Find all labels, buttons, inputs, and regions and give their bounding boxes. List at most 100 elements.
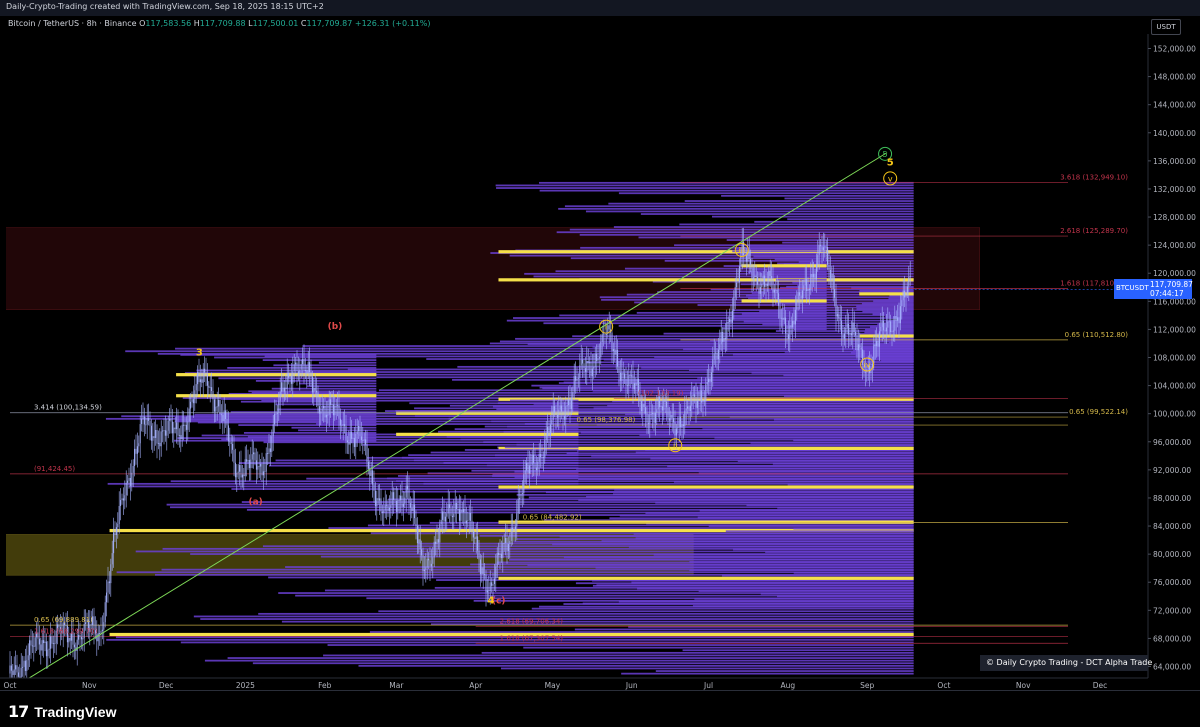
candle-body — [799, 292, 801, 296]
candle-body — [363, 439, 365, 441]
candle-body — [843, 333, 845, 339]
candle-body — [177, 422, 179, 436]
candle-body — [643, 404, 645, 408]
price-tick-label: 76,000.00 — [1153, 578, 1191, 587]
candle-body — [724, 337, 726, 340]
volume-bar — [483, 441, 579, 444]
candle-body — [20, 667, 22, 678]
candle-body — [188, 408, 190, 422]
candle-body — [675, 428, 677, 436]
price-tick-label: 144,000.00 — [1153, 101, 1196, 110]
candle-body — [337, 404, 339, 406]
candle-body — [437, 539, 439, 543]
price-chart[interactable]: 3.618 (132,949.10) 2.618 (125,289.70) 1.61… — [0, 0, 1200, 727]
currency-selector[interactable]: USDT — [1151, 19, 1181, 35]
candle-body — [110, 564, 112, 584]
wave-label: 4 — [488, 595, 495, 606]
candle-body — [839, 318, 841, 321]
candle-body — [248, 459, 250, 469]
volume-bar — [637, 587, 914, 590]
price-tick-label: 100,000.00 — [1153, 410, 1196, 419]
volume-bar — [522, 467, 579, 470]
candle-body — [250, 459, 252, 469]
volume-bar — [497, 402, 579, 405]
candle-body — [479, 559, 481, 575]
price-tick-label: 128,000.00 — [1153, 213, 1196, 222]
candle-body — [453, 513, 455, 518]
candle-body — [202, 368, 204, 383]
candle-body — [713, 353, 715, 360]
candle-body — [48, 648, 50, 650]
time-tick-label: Aug — [781, 681, 796, 690]
candle-body — [178, 434, 180, 436]
volume-bar — [527, 564, 914, 566]
candle-body — [489, 582, 491, 592]
candle-body — [810, 273, 812, 291]
plot-area: 3.618 (132,949.10) 2.618 (125,289.70) 1.61… — [6, 146, 1128, 678]
candle-body — [734, 287, 736, 297]
candle-body — [244, 459, 246, 477]
volume-bar — [708, 525, 914, 527]
candle-body — [310, 372, 312, 377]
candle-body — [573, 376, 575, 393]
candle-body — [302, 359, 304, 365]
volume-bar — [318, 361, 377, 364]
candle-body — [318, 406, 320, 414]
chart-window: Daily-Crypto-Trading created with Tradin… — [0, 0, 1200, 727]
candle-body — [468, 512, 470, 521]
symbol-name[interactable]: Bitcoin / TetherUS · 8h · Binance — [8, 19, 137, 28]
candle-body — [341, 425, 343, 427]
candle-body — [730, 318, 732, 323]
candle-body — [506, 537, 508, 551]
candle-body — [757, 276, 759, 285]
candle-body — [156, 429, 158, 444]
candle-body — [208, 385, 210, 388]
candle-body — [339, 418, 341, 426]
candle-body — [227, 425, 229, 442]
candle-body — [698, 399, 700, 401]
candle-body — [762, 275, 764, 284]
volume-bar — [618, 600, 914, 603]
volume-bar — [414, 407, 579, 410]
volume-bar — [577, 449, 914, 452]
volume-bar — [655, 501, 914, 504]
candle-body — [346, 440, 348, 443]
footer-bar — [0, 690, 1200, 727]
candle-body — [811, 273, 813, 278]
candle-body — [150, 425, 152, 441]
candle-body — [586, 361, 588, 372]
candle-body — [486, 590, 488, 593]
candle-body — [538, 454, 540, 462]
tradingview-brand[interactable]: 17 TradingView — [8, 702, 116, 721]
candle-body — [342, 424, 344, 426]
volume-bar — [508, 558, 914, 561]
volume-bar — [491, 420, 579, 423]
candle-body — [29, 640, 31, 656]
candle-body — [499, 553, 501, 555]
volume-poc-bar — [396, 411, 579, 415]
candle-body — [836, 314, 838, 317]
candle-body — [625, 378, 627, 386]
candle-body — [852, 322, 854, 336]
candle-body — [764, 275, 766, 287]
candle-body — [523, 474, 525, 494]
candle-body — [495, 566, 497, 579]
candle-body — [40, 644, 42, 651]
volume-bar — [197, 421, 377, 424]
volume-bar — [513, 540, 914, 543]
volume-bar — [592, 584, 914, 587]
candle-body — [496, 552, 498, 567]
candle-body — [97, 633, 99, 642]
candle-body — [818, 244, 820, 255]
candle-body — [23, 660, 25, 667]
volume-bar — [721, 574, 914, 577]
volume-bar — [733, 548, 914, 551]
candle-body — [626, 385, 628, 387]
price-tick-label: 120,000.00 — [1153, 269, 1196, 278]
candle-body — [222, 414, 224, 422]
candle-body — [849, 333, 851, 335]
volume-bar — [799, 304, 827, 307]
candle-body — [52, 643, 54, 645]
volume-bar — [578, 478, 914, 481]
volume-bar — [542, 410, 914, 413]
